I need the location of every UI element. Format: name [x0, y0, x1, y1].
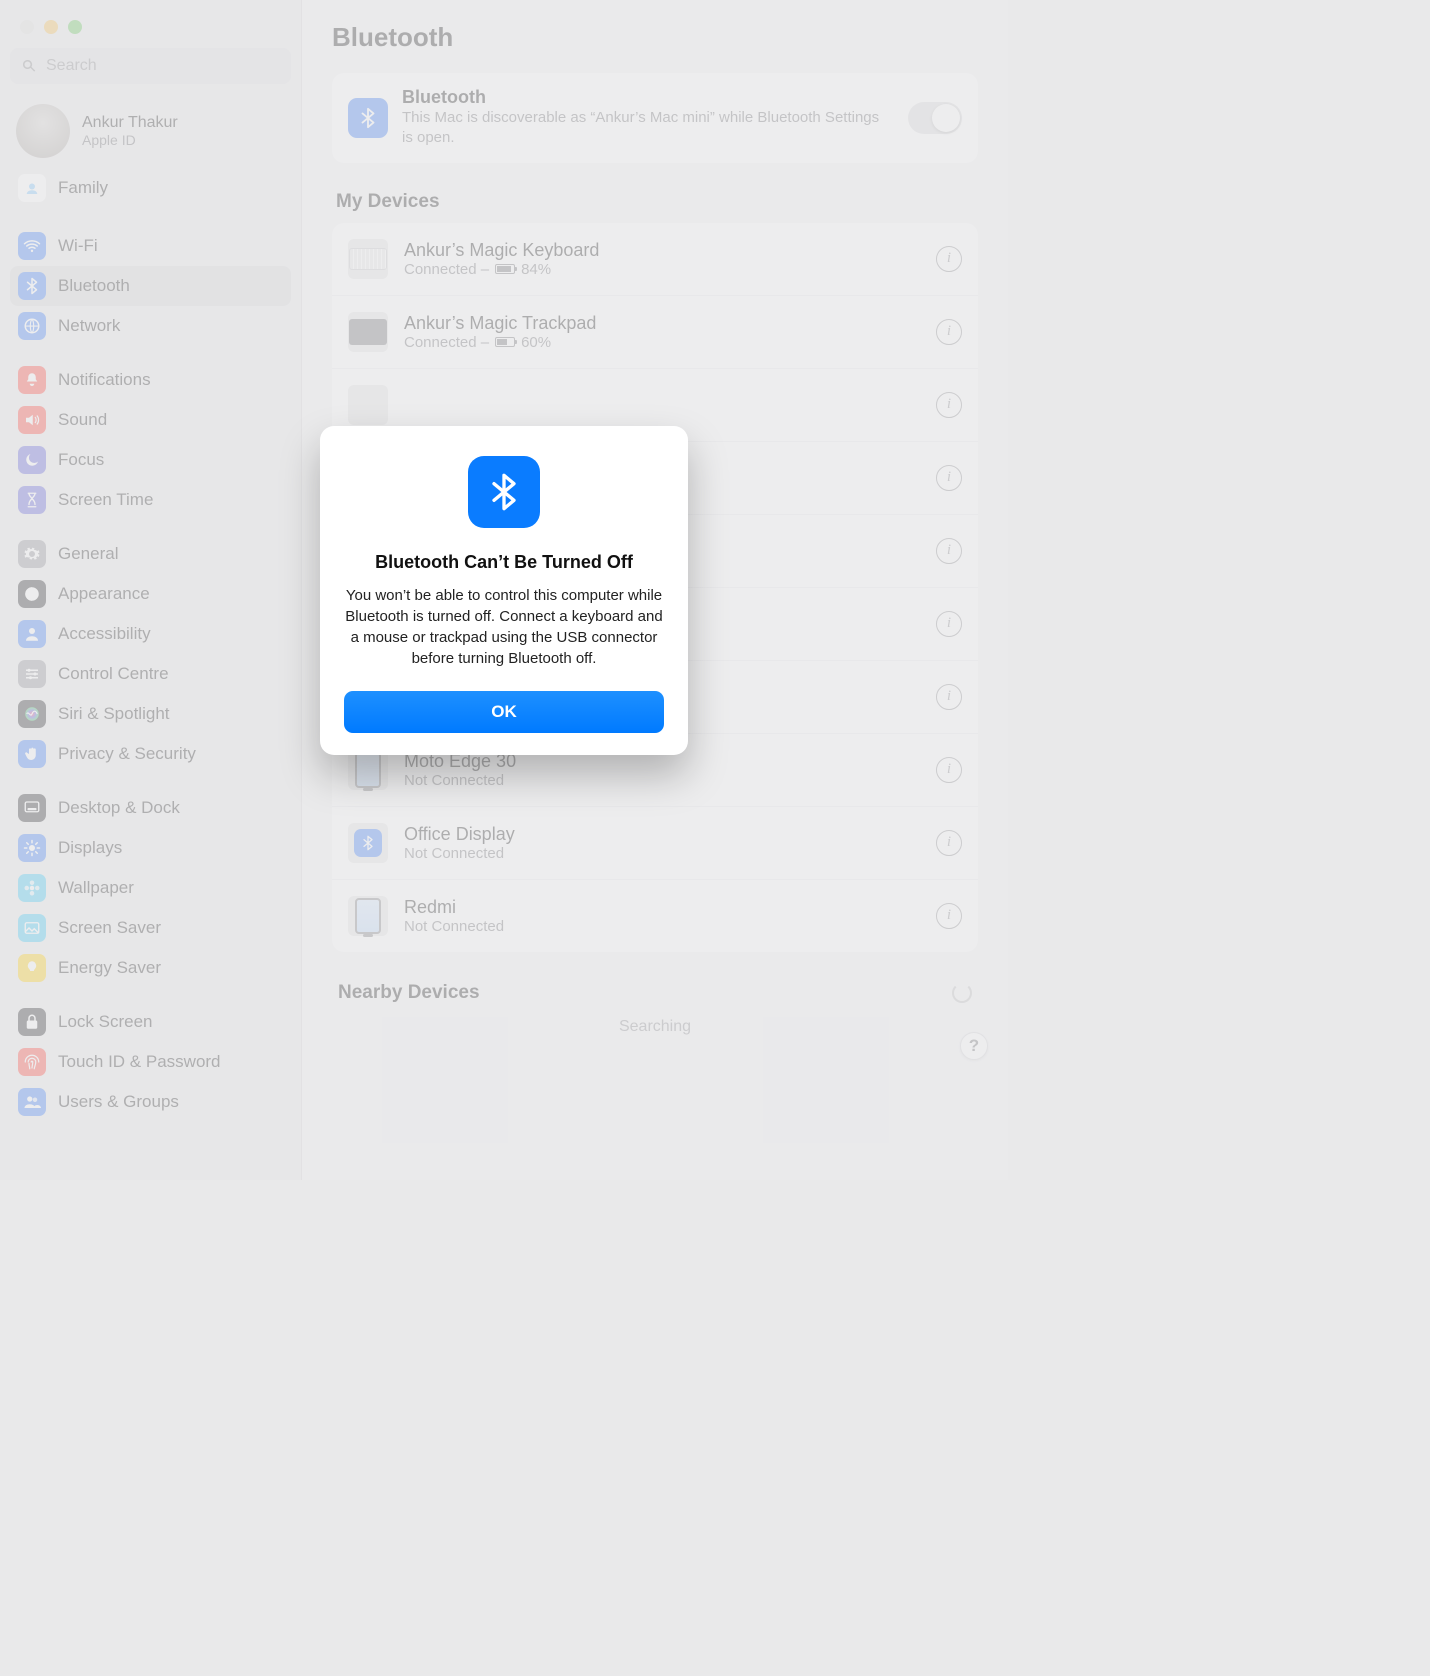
dialog-body: You won’t be able to control this comput…: [344, 585, 664, 669]
bluetooth-icon: [468, 456, 540, 528]
bluetooth-warning-dialog: Bluetooth Can’t Be Turned Off You won’t …: [320, 426, 688, 755]
modal-overlay: Bluetooth Can’t Be Turned Off You won’t …: [0, 0, 1008, 1180]
ok-button[interactable]: OK: [344, 691, 664, 733]
dialog-title: Bluetooth Can’t Be Turned Off: [344, 552, 664, 573]
